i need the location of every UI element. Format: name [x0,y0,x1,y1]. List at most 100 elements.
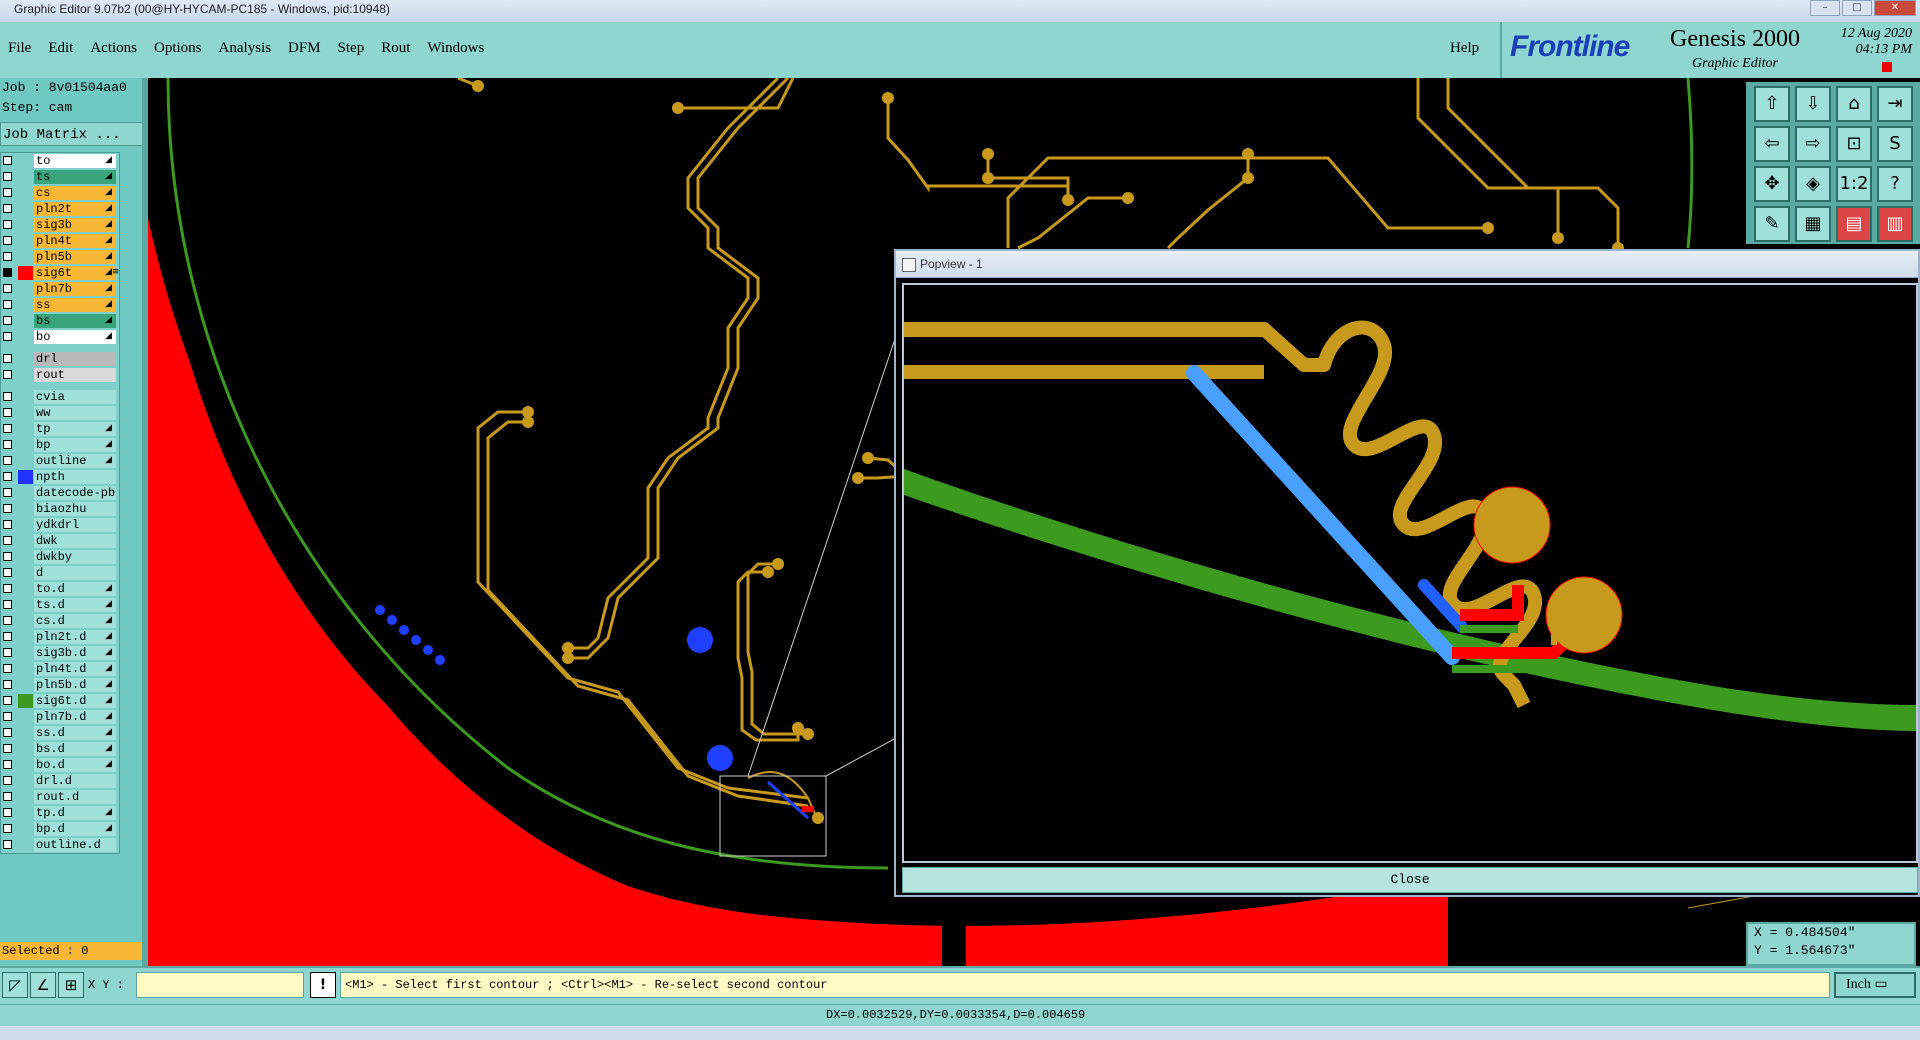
layer-row-cs.d[interactable]: cs.d ◢ [1,613,119,629]
layer-row-ts.d[interactable]: ts.d ◢ [1,597,119,613]
layer-color-swatch[interactable] [18,368,33,382]
layer-name[interactable]: bp.d [34,822,116,836]
layer-name[interactable]: bo.d [34,758,116,772]
job-matrix-button[interactable]: Job Matrix ... [0,122,143,146]
layer-b-icon[interactable]: ▥ [1877,206,1913,242]
layer-color-swatch[interactable] [18,438,33,452]
layer-row-rout[interactable]: rout [1,367,119,383]
layer-checkbox[interactable] [3,584,12,593]
center-icon[interactable]: ◈ [1795,166,1831,202]
layer-row-tp[interactable]: tp ◢ [1,421,119,437]
layer-name[interactable]: to.d [34,582,116,596]
menu-edit[interactable]: Edit [48,40,73,57]
layer-color-swatch[interactable] [18,598,33,612]
layer-checkbox[interactable] [3,316,12,325]
layer-color-swatch[interactable] [18,352,33,366]
layer-name[interactable]: ts [34,170,116,184]
menu-analysis[interactable]: Analysis [219,40,272,57]
layer-checkbox[interactable] [3,520,12,529]
layer-checkbox[interactable] [3,760,12,769]
layer-color-swatch[interactable] [18,454,33,468]
layer-name[interactable]: pln2t [34,202,116,216]
fit-icon[interactable]: ✥ [1754,166,1790,202]
menu-help[interactable]: Help [1450,40,1479,57]
layer-color-swatch[interactable] [18,566,33,580]
layer-a-icon[interactable]: ▤ [1836,206,1872,242]
layer-row-pln5b.d[interactable]: pln5b.d ◢ [1,677,119,693]
layer-color-swatch[interactable] [18,694,33,708]
layer-color-swatch[interactable] [18,822,33,836]
pan-right-icon[interactable]: ⇥ [1877,86,1913,122]
shift-up-icon[interactable]: ⇧ [1754,86,1790,122]
layer-checkbox[interactable] [3,568,12,577]
layer-name[interactable]: d [34,566,116,580]
layer-color-swatch[interactable] [18,234,33,248]
layer-row-bo.d[interactable]: bo.d ◢ [1,757,119,773]
layer-checkbox[interactable] [3,664,12,673]
layer-row-rout.d[interactable]: rout.d [1,789,119,805]
shift-down-icon[interactable]: ⇩ [1795,86,1831,122]
layer-checkbox[interactable] [3,616,12,625]
layer-checkbox[interactable] [3,744,12,753]
layer-name[interactable]: rout.d [34,790,116,804]
layer-checkbox[interactable] [3,552,12,561]
layer-row-sig6t.d[interactable]: sig6t.d ◢ [1,693,119,709]
layer-checkbox[interactable] [3,172,12,181]
units-select[interactable]: Inch ▭ [1834,972,1916,998]
layer-color-swatch[interactable] [18,742,33,756]
layer-checkbox[interactable] [3,600,12,609]
close-window-button[interactable]: ✕ [1874,0,1916,16]
layer-color-swatch[interactable] [18,550,33,564]
menu-options[interactable]: Options [154,40,202,57]
layer-row-pln7b.d[interactable]: pln7b.d ◢ [1,709,119,725]
menu-step[interactable]: Step [338,40,365,57]
layer-color-swatch[interactable] [18,486,33,500]
layer-checkbox[interactable] [3,728,12,737]
layer-row-pln7b[interactable]: pln7b ◢ [1,281,119,297]
layer-name[interactable]: dwkby [34,550,116,564]
layer-name[interactable]: bp [34,438,116,452]
scale-icon[interactable]: 1:2 [1836,166,1872,202]
layer-name[interactable]: pln5b [34,250,116,264]
layer-row-pln5b[interactable]: pln5b ◢ [1,249,119,265]
layer-checkbox[interactable] [3,252,12,261]
layer-row-tp.d[interactable]: tp.d ◢ [1,805,119,821]
layer-row-drl[interactable]: drl [1,351,119,367]
layer-checkbox[interactable] [3,188,12,197]
shift-right-icon[interactable]: ⇨ [1795,126,1831,162]
grid-icon[interactable]: ▦ [1795,206,1831,242]
layer-name[interactable]: ww [34,406,116,420]
layer-row-biaozhu[interactable]: biaozhu [1,501,119,517]
layer-color-swatch[interactable] [18,266,33,280]
layer-checkbox[interactable] [3,204,12,213]
layer-row-bp.d[interactable]: bp.d ◢ [1,821,119,837]
layer-checkbox[interactable] [3,536,12,545]
popview-canvas[interactable] [902,283,1918,863]
layer-color-swatch[interactable] [18,518,33,532]
layer-color-swatch[interactable] [18,678,33,692]
layer-row-ss[interactable]: ss ◢ [1,297,119,313]
layer-row-outline[interactable]: outline ◢ [1,453,119,469]
layer-name[interactable]: bs [34,314,116,328]
layer-row-dwk[interactable]: dwk [1,533,119,549]
layer-color-swatch[interactable] [18,710,33,724]
layer-checkbox[interactable] [3,440,12,449]
layer-checkbox[interactable] [3,220,12,229]
layer-color-swatch[interactable] [18,202,33,216]
layer-color-swatch[interactable] [18,774,33,788]
layer-row-outline.d[interactable]: outline.d [1,837,119,853]
layer-color-swatch[interactable] [18,662,33,676]
layer-checkbox[interactable] [3,680,12,689]
layer-name[interactable]: ss [34,298,116,312]
layer-color-swatch[interactable] [18,186,33,200]
layer-color-swatch[interactable] [18,806,33,820]
layer-row-sig3b.d[interactable]: sig3b.d ◢ [1,645,119,661]
layer-checkbox[interactable] [3,370,12,379]
layer-name[interactable]: sig6t.d [34,694,116,708]
layer-name[interactable]: ts.d [34,598,116,612]
measure-icon[interactable]: ✎ [1754,206,1790,242]
layer-row-to.d[interactable]: to.d ◢ [1,581,119,597]
layer-name[interactable]: sig3b [34,218,116,232]
layer-checkbox[interactable] [3,392,12,401]
layer-color-swatch[interactable] [18,218,33,232]
